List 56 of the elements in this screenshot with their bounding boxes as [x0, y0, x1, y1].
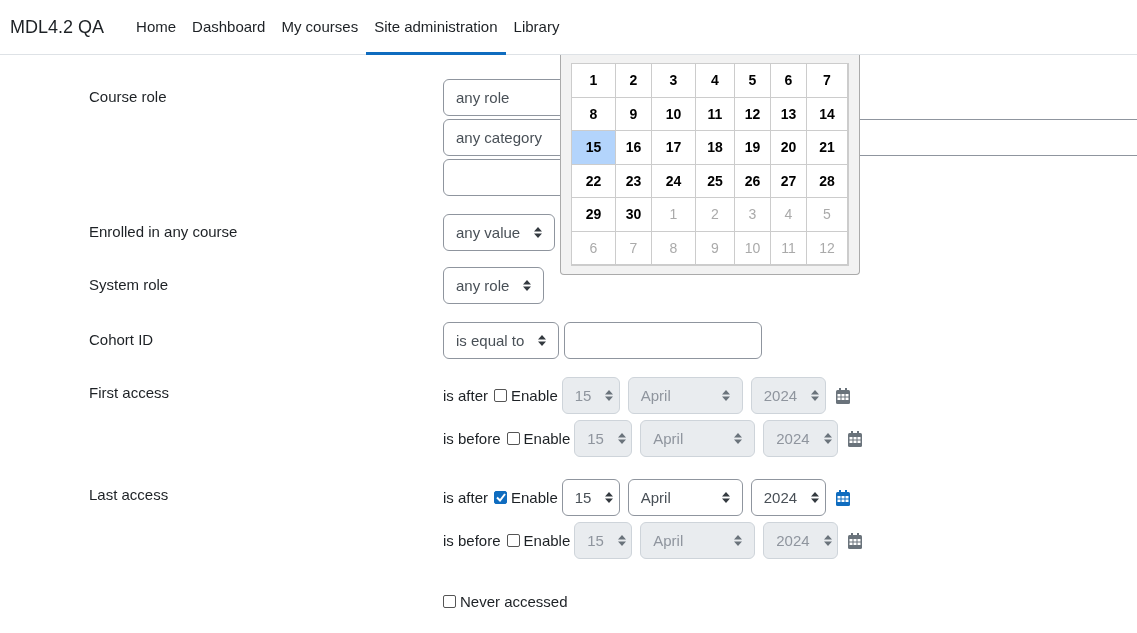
calendar-day[interactable]: 30: [616, 198, 652, 232]
calendar-day[interactable]: 12: [735, 97, 771, 131]
calendar-day[interactable]: 5: [735, 64, 771, 98]
year-select[interactable]: 2024: [750, 479, 826, 516]
checkbox-label: Enable: [523, 532, 571, 549]
checkbox-label: Enable: [523, 430, 571, 447]
field-label: Course role: [89, 87, 168, 105]
calendar-day[interactable]: 20: [771, 131, 807, 165]
calendar-day[interactable]: 23: [616, 164, 652, 198]
field-label: System role: [89, 275, 170, 293]
month-select[interactable]: April: [627, 479, 743, 516]
calendar-day[interactable]: 27: [771, 164, 807, 198]
calendar-day[interactable]: 3: [652, 64, 696, 98]
calendar-day[interactable]: 28: [807, 164, 848, 198]
calendar-day[interactable]: 4: [696, 64, 735, 98]
calendar-day[interactable]: 16: [616, 131, 652, 165]
nav-link[interactable]: Home: [128, 0, 185, 55]
calendar-day[interactable]: 18: [696, 131, 735, 165]
site-name[interactable]: MDL4.2 QA: [10, 0, 105, 54]
checkbox-label: Enable: [511, 489, 558, 506]
field-label: Cohort ID: [89, 330, 155, 348]
calendar-day[interactable]: 22: [572, 164, 616, 198]
calendar-day[interactable]: 15: [572, 131, 616, 165]
day-select[interactable]: 15: [561, 479, 620, 516]
field-label: First access: [89, 383, 170, 401]
dropdown-select[interactable]: is equal to: [443, 322, 560, 359]
calendar-day[interactable]: 29: [572, 198, 616, 232]
calendar-day[interactable]: 2: [616, 64, 652, 98]
calendar-day[interactable]: 11: [696, 97, 735, 131]
calendar-day[interactable]: 21: [807, 131, 848, 165]
field-label: Last access: [89, 485, 170, 503]
field-label: Enrolled in any course: [89, 222, 239, 240]
nav-link[interactable]: Dashboard: [184, 0, 274, 55]
calendar-day[interactable]: 25: [696, 164, 735, 198]
checkbox-label: Enable: [511, 387, 558, 404]
calendar-day[interactable]: 1: [572, 64, 616, 98]
calendar-day[interactable]: 9: [616, 97, 652, 131]
condition-label: is before: [443, 532, 501, 549]
condition-label: is after: [443, 489, 488, 506]
calendar-day[interactable]: 26: [735, 164, 771, 198]
checkbox-label: Never accessed: [460, 593, 568, 610]
calendar-day[interactable]: 10: [652, 97, 696, 131]
calendar-day[interactable]: 19: [735, 131, 771, 165]
condition-label: is before: [443, 430, 501, 447]
nav-link[interactable]: Library: [505, 0, 568, 55]
nav-link[interactable]: My courses: [273, 0, 367, 55]
calendar-day[interactable]: 24: [652, 164, 696, 198]
calendar-day[interactable]: 13: [771, 97, 807, 131]
calendar-day[interactable]: 6: [771, 64, 807, 98]
calendar-day[interactable]: 17: [652, 131, 696, 165]
calendar-day[interactable]: 7: [807, 64, 848, 98]
condition-label: is after: [443, 387, 488, 404]
nav-link[interactable]: Site administration: [366, 0, 506, 55]
calendar-day[interactable]: 14: [807, 97, 848, 131]
dropdown-select[interactable]: any value: [443, 214, 556, 251]
dropdown-select[interactable]: any role: [443, 267, 545, 304]
